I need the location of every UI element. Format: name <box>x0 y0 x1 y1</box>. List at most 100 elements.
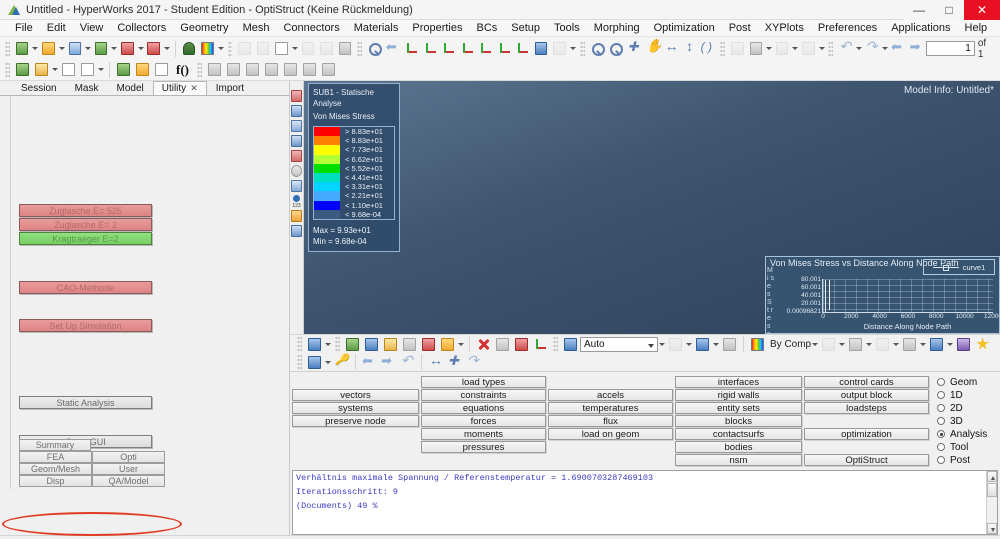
copy-icon[interactable] <box>747 39 766 58</box>
toolbar-grip-icon[interactable] <box>579 40 585 57</box>
panel-button-control-cards[interactable]: control cards <box>804 376 929 388</box>
panel-button-load-types[interactable]: load types <box>421 376 546 388</box>
panel-button-interfaces[interactable]: interfaces <box>675 376 802 388</box>
shaded-view-icon[interactable] <box>532 39 551 58</box>
toolbar-grip-icon[interactable] <box>197 61 202 78</box>
menu-morphing[interactable]: Morphing <box>587 20 647 37</box>
paste-icon[interactable] <box>773 39 792 58</box>
capture-clipboard-icon[interactable] <box>281 60 300 79</box>
toolbar-grip-icon[interactable] <box>5 40 10 57</box>
panel-button-contactsurfs[interactable]: contactsurfs <box>675 428 802 440</box>
toolbar-grip-icon[interactable] <box>357 40 363 57</box>
contour-plot-icon[interactable] <box>290 89 303 103</box>
menu-setup[interactable]: Setup <box>504 20 547 37</box>
message-console[interactable]: Verhältnis maximale Spannung / Referenst… <box>292 470 998 535</box>
menu-file[interactable]: File <box>8 20 40 37</box>
chevron-down-icon[interactable] <box>818 39 826 58</box>
previous-page-icon[interactable] <box>889 39 908 58</box>
menu-view[interactable]: View <box>73 20 111 37</box>
menu-collectors[interactable]: Collectors <box>110 20 173 37</box>
menu-bcs[interactable]: BCs <box>470 20 505 37</box>
panel-button-temperatures[interactable]: temperatures <box>548 402 673 414</box>
tab-model[interactable]: Model <box>107 81 152 95</box>
menu-geometry[interactable]: Geometry <box>173 20 235 37</box>
chevron-down-icon[interactable] <box>881 39 889 58</box>
capture-window-icon[interactable] <box>224 60 243 79</box>
shading-icon[interactable] <box>666 335 685 354</box>
zoom-out-icon[interactable] <box>606 39 625 58</box>
utility-button-opti[interactable]: Opti <box>92 451 165 463</box>
surface-icon[interactable] <box>362 335 381 354</box>
menu-mesh[interactable]: Mesh <box>236 20 277 37</box>
utility-button-disp[interactable]: Disp <box>19 475 92 487</box>
single-window-icon[interactable] <box>272 39 291 58</box>
paste-page-icon[interactable] <box>32 60 51 79</box>
chevron-down-icon[interactable] <box>765 39 773 58</box>
chevron-down-icon[interactable] <box>217 39 225 58</box>
toolbar-grip-icon[interactable] <box>5 61 10 78</box>
add-page-icon[interactable] <box>235 39 254 58</box>
close-icon[interactable]: ✕ <box>190 83 198 93</box>
chevron-down-icon[interactable] <box>31 39 39 58</box>
utility-button-qa-model[interactable]: QA/Model <box>92 475 165 487</box>
next-page-icon[interactable] <box>907 39 926 58</box>
chevron-down-icon[interactable] <box>658 335 666 354</box>
panel-button-load-on-geom[interactable]: load on geom <box>548 428 673 440</box>
radio-analysis[interactable]: Analysis <box>937 428 987 440</box>
plot-legend[interactable]: curve1 <box>923 259 995 275</box>
chevron-down-icon[interactable] <box>58 39 66 58</box>
utility-button-static-analysis[interactable]: Static Analysis <box>19 396 152 409</box>
grid-toggle-icon[interactable] <box>954 335 973 354</box>
radio-1d[interactable]: 1D <box>937 389 987 401</box>
refresh-icon[interactable] <box>464 352 483 372</box>
export-solver-deck-icon[interactable] <box>118 39 137 58</box>
chevron-down-icon[interactable] <box>97 60 105 79</box>
panel-button-pressures[interactable]: pressures <box>421 441 546 453</box>
chevron-down-icon[interactable] <box>569 39 577 58</box>
vector-plot-icon[interactable] <box>290 134 303 148</box>
import-solver-deck-icon[interactable] <box>13 39 32 58</box>
xz-view-icon[interactable] <box>458 39 477 58</box>
window-sync-icon[interactable] <box>336 39 355 58</box>
console-scrollbar[interactable] <box>986 471 997 534</box>
chevron-down-icon[interactable] <box>163 39 171 58</box>
record-stop-icon[interactable] <box>319 60 338 79</box>
menu-connectors[interactable]: Connectors <box>276 20 346 37</box>
panel-button-bodies[interactable]: bodies <box>675 441 802 453</box>
undo-icon[interactable] <box>836 38 855 58</box>
tab-utility[interactable]: Utility ✕ <box>152 81 207 95</box>
chevron-down-icon[interactable] <box>324 335 332 354</box>
toolbar-grip-icon[interactable] <box>335 336 340 352</box>
fit-icon[interactable] <box>625 39 644 58</box>
page-number-input[interactable]: 1 <box>926 41 975 56</box>
grid-icon[interactable] <box>305 353 324 372</box>
tab-session[interactable]: Session <box>12 81 66 95</box>
color-by-comp-icon[interactable] <box>748 335 767 354</box>
chevron-down-icon[interactable] <box>791 39 799 58</box>
view-options-icon[interactable] <box>819 335 838 354</box>
chevron-down-icon[interactable] <box>946 335 954 354</box>
panel-button-constraints[interactable]: constraints <box>421 389 546 401</box>
redo-icon[interactable] <box>863 38 882 58</box>
pan-icon[interactable] <box>643 38 662 58</box>
radio-2d[interactable]: 2D <box>937 402 987 414</box>
math-folder-icon[interactable] <box>133 60 152 79</box>
component-icon[interactable] <box>343 335 362 354</box>
mesh-icon[interactable] <box>305 335 324 354</box>
yx-view-icon[interactable] <box>476 39 495 58</box>
chevron-down-icon[interactable] <box>324 353 332 372</box>
scroll-up-icon[interactable] <box>987 471 997 482</box>
key-icon[interactable] <box>332 353 351 372</box>
toolbar-grip-icon[interactable] <box>227 40 233 57</box>
iso-value-icon[interactable] <box>290 104 303 118</box>
scroll-down-icon[interactable] <box>987 523 997 534</box>
geometry-cleanup-icon[interactable] <box>381 335 400 354</box>
chevron-down-icon[interactable] <box>84 39 92 58</box>
menu-applications[interactable]: Applications <box>884 20 957 37</box>
math-sum-icon[interactable] <box>114 60 133 79</box>
panel-button-accels[interactable]: accels <box>548 389 673 401</box>
undo-view-icon[interactable] <box>398 352 417 372</box>
panel-button-optimization[interactable]: optimization <box>804 428 929 440</box>
menu-post[interactable]: Post <box>722 20 758 37</box>
toolbar-grip-icon[interactable] <box>828 40 834 57</box>
